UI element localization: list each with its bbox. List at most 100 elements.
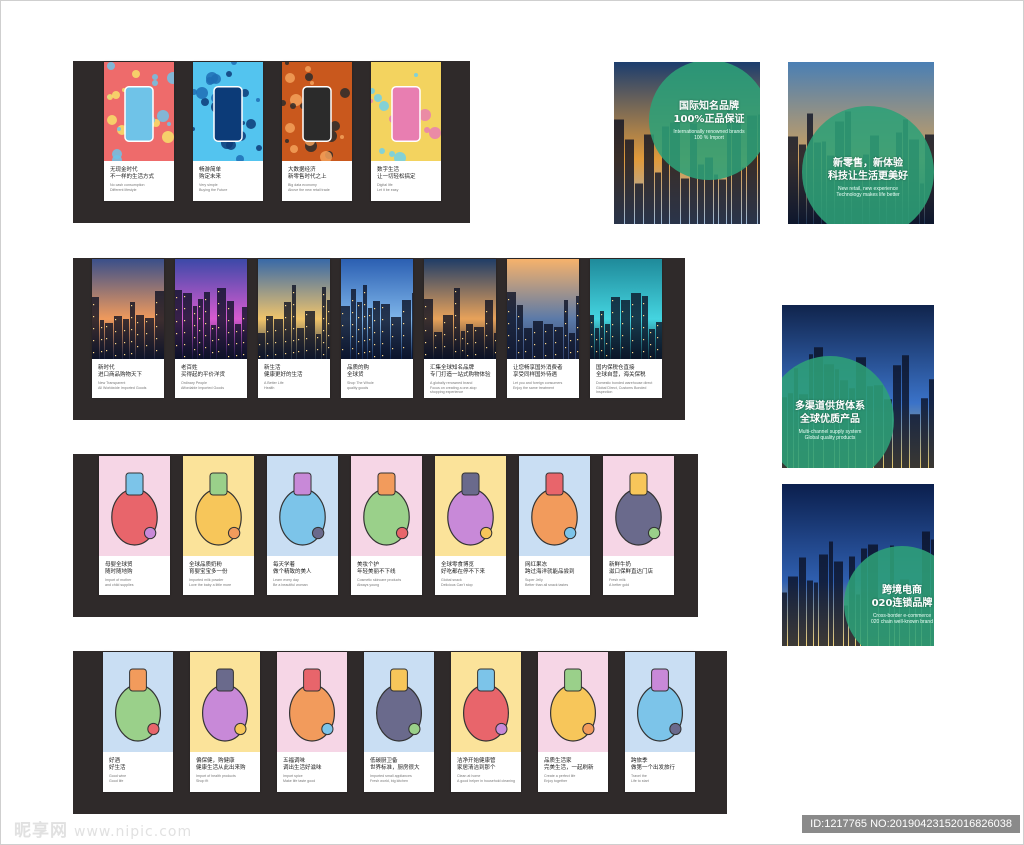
card-subtitle: Digital life Let it be easy	[377, 183, 399, 192]
card-title: 新时代 进口商品购物天下	[98, 365, 143, 378]
row3-card[interactable]: 美妆个护 年轻美丽不下线 Cosmetic skincare products A…	[351, 456, 422, 595]
row3-card[interactable]: 网红果冻 跨过海洋就能品尝到 Super Jelly Better than al…	[519, 456, 590, 595]
card-title: 母婴全球贸 随时随地购	[105, 562, 133, 575]
card-title: 每天学着 做个精致的美人	[273, 562, 312, 575]
row2-card[interactable]: 让您畅享国外消费者 享受同样国外待遇 Let you and foreign co…	[507, 259, 579, 398]
promo-poster[interactable]: 跨境电商 020连锁品牌 Cross-border e-commerce 020 …	[782, 484, 934, 646]
card-subtitle: Import of health products Shop fit	[196, 774, 236, 783]
social-network-people-illustration	[371, 62, 441, 164]
card-title: 低碳厨卫备 世界标准，厨房很大	[370, 758, 420, 771]
card-title: 数字生活 让一切轻松搞定	[377, 167, 416, 180]
watermark-brand: 昵享网 www.nipic.com	[14, 821, 193, 841]
bridge-city-night	[258, 259, 330, 359]
row1-card[interactable]: 畅游简单 购定未来 Very simple Buying the Future	[193, 62, 263, 201]
eiffel-tower-sunset	[507, 259, 579, 359]
row2-card[interactable]: 国内保税仓直接 全球自营，海关保税 Domestic bonded warehou…	[590, 259, 662, 398]
row4-card[interactable]: 跨旅季 做第一个出发旅行 Travel the Life to start	[625, 652, 695, 792]
poster-subtitle: Internationally renowned brands 100 % Im…	[673, 129, 745, 141]
row3-card[interactable]: 全球零食博览 好吃都在停不下来 Global snack Delicious Ca…	[435, 456, 506, 595]
poster-title: 新零售，新体验 科技让生活更美好	[828, 158, 908, 182]
promo-poster[interactable]: 新零售，新体验 科技让生活更美好 New retail, new experien…	[788, 62, 934, 224]
card-title: 网红果冻 跨过海洋就能品尝到	[525, 562, 575, 575]
card-title: 偏保健，购健康 健康生活从此出来购	[196, 758, 246, 771]
card-subtitle: A globally renowned brand Focus on creat…	[430, 381, 477, 394]
promo-poster[interactable]: 国际知名品牌 100%正品保证 Internationally renowned …	[614, 62, 760, 224]
card-title: 五福调味 调出生活好滋味	[283, 758, 322, 771]
row1-card[interactable]: 无现金时代 不一样的生活方式 No cash consumption Differ…	[104, 62, 174, 201]
suitcase-illustration	[625, 652, 695, 752]
card-subtitle: Travel the Life to start	[631, 774, 649, 783]
card-title: 新鲜牛奶 滋口保鲜直达门店	[609, 562, 654, 575]
row2-card[interactable]: 老百姓 买得起的平价洋货 Ordinary People Affordable I…	[175, 259, 247, 398]
blue-digital-network-illustration	[193, 62, 263, 163]
card-title: 洁净开始健康管 家居清洁到那个	[457, 758, 496, 771]
card-title: 无现金时代 不一样的生活方式	[110, 167, 155, 180]
card-subtitle: Good wine Good life	[109, 774, 127, 783]
watermark-id: ID:1217765 NO:20190423152016826038	[802, 815, 1020, 833]
card-title: 美妆个护 年轻美丽不下线	[357, 562, 396, 575]
wine-beer-illustration	[103, 652, 173, 752]
card-title: 全球品质奶粉 育婴宝宝多一份	[189, 562, 228, 575]
card-title: 汇集全球知名品牌 专门打造一站式购物体验	[430, 365, 491, 378]
card-title: 新生活 健康更好的生活	[264, 365, 303, 378]
row3-card[interactable]: 全球品质奶粉 育婴宝宝多一份 Imported milk powder Love …	[183, 456, 254, 595]
row1-card[interactable]: 数字生活 让一切轻松搞定 Digital life Let it be easy	[371, 62, 441, 201]
card-subtitle: No cash consumption Different lifestyle	[110, 183, 145, 192]
card-title: 好酒 好生活	[109, 758, 126, 771]
hand-phone-shopping-illustration	[104, 62, 174, 165]
card-subtitle: Fresh milk A better gold	[609, 578, 630, 587]
toothbrush-cup-illustration	[538, 652, 608, 752]
city-night-skyline	[92, 259, 164, 359]
city-towers-night	[175, 259, 247, 359]
card-subtitle: New Transparent All Worldwide Imported G…	[98, 381, 147, 390]
card-subtitle: Super Jelly Better than all snack tastes	[525, 578, 569, 587]
promo-poster[interactable]: 多渠道供货体系 全球优质产品 Multi-channel supply syste…	[782, 305, 934, 468]
row3-card[interactable]: 新鲜牛奶 滋口保鲜直达门店 Fresh milk A better gold	[603, 456, 674, 595]
row4-card[interactable]: 洁净开始健康管 家居清洁到那个 Clean at home A good help…	[451, 652, 521, 792]
card-title: 大数据经济 新零售时代之上	[288, 167, 327, 180]
row3-card[interactable]: 母婴全球贸 随时随地购 Import of mother and child su…	[99, 456, 170, 595]
baby-stroller-illustration	[99, 456, 170, 556]
card-subtitle: Ordinary People Affordable Imported Good…	[181, 381, 225, 390]
yogurt-cups-illustration	[519, 456, 590, 556]
card-subtitle: Clean at home A good helper in household…	[457, 774, 515, 783]
card-title: 全球零食博览 好吃都在停不下来	[441, 562, 486, 575]
card-subtitle: Big data economy Above the new retail tr…	[288, 183, 330, 192]
row1-card[interactable]: 大数据经济 新零售时代之上 Big data economy Above the …	[282, 62, 352, 201]
poster-title: 国际知名品牌 100%正品保证	[673, 101, 745, 125]
card-subtitle: Global snack Delicious Can't stop	[441, 578, 473, 587]
river-city-night	[424, 259, 496, 359]
milk-carton-illustration	[603, 456, 674, 556]
card-subtitle: Domestic bonded warehouse direct Global …	[596, 381, 653, 394]
teal-city-night	[590, 259, 662, 359]
perfume-bottle-illustration	[351, 456, 422, 556]
poster-subtitle: Cross-border e-commerce 020 chain well-k…	[871, 613, 933, 625]
card-title: 品质生活家 完美生活，一起刷新	[544, 758, 594, 771]
row4-card[interactable]: 品质生活家 完美生活，一起刷新 Create a perfect life Enj…	[538, 652, 608, 792]
row4-card[interactable]: 低碳厨卫备 世界标准，厨房很大 Imported small appliances…	[364, 652, 434, 792]
card-subtitle: Shop The Whole quality goods	[347, 381, 374, 390]
row2-card[interactable]: 汇集全球知名品牌 专门打造一站式购物体验 A globally renowned …	[424, 259, 496, 398]
card-subtitle: Cosmetic skincare products Always young	[357, 578, 402, 587]
cookies-illustration	[435, 456, 506, 556]
card-title: 国内保税仓直接 全球自营，海关保税	[596, 365, 646, 378]
row3-card[interactable]: 每天学着 做个精致的美人 Learn every day Be a beautif…	[267, 456, 338, 595]
poster-subtitle: Multi-channel supply system Global quali…	[798, 429, 862, 441]
row4-card[interactable]: 偏保健，购健康 健康生活从此出来购 Import of health produc…	[190, 652, 260, 792]
row2-card[interactable]: 新生活 健康更好的生活 A Better Life Health	[258, 259, 330, 398]
card-subtitle: Very simple Buying the Future	[199, 183, 228, 192]
watermark-url: www.nipic.com	[74, 824, 193, 840]
card-title: 让您畅享国外消费者 享受同样国外待遇	[513, 365, 563, 378]
row2-card[interactable]: 新时代 进口商品购物天下 New Transparent All Worldwid…	[92, 259, 164, 398]
row4-card[interactable]: 好酒 好生活 Good wine Good life	[103, 652, 173, 792]
row2-card[interactable]: 品质的购 全球货 Shop The Whole quality goods	[341, 259, 413, 398]
card-title: 品质的购 全球货	[347, 365, 370, 378]
pay-phone-illustration	[282, 62, 352, 163]
card-subtitle: Imported milk powder Love the baby a lit…	[189, 578, 232, 587]
card-subtitle: Learn every day Be a beautiful woman	[273, 578, 308, 587]
card-title: 老百姓 买得起的平价洋货	[181, 365, 226, 378]
health-pills-illustration	[190, 652, 260, 752]
row4-card[interactable]: 五福调味 调出生活好滋味 Import spice Make life taste…	[277, 652, 347, 792]
baby-bottle-illustration	[183, 456, 254, 556]
card-subtitle: Imported small appliances Fresh world, b…	[370, 774, 412, 783]
